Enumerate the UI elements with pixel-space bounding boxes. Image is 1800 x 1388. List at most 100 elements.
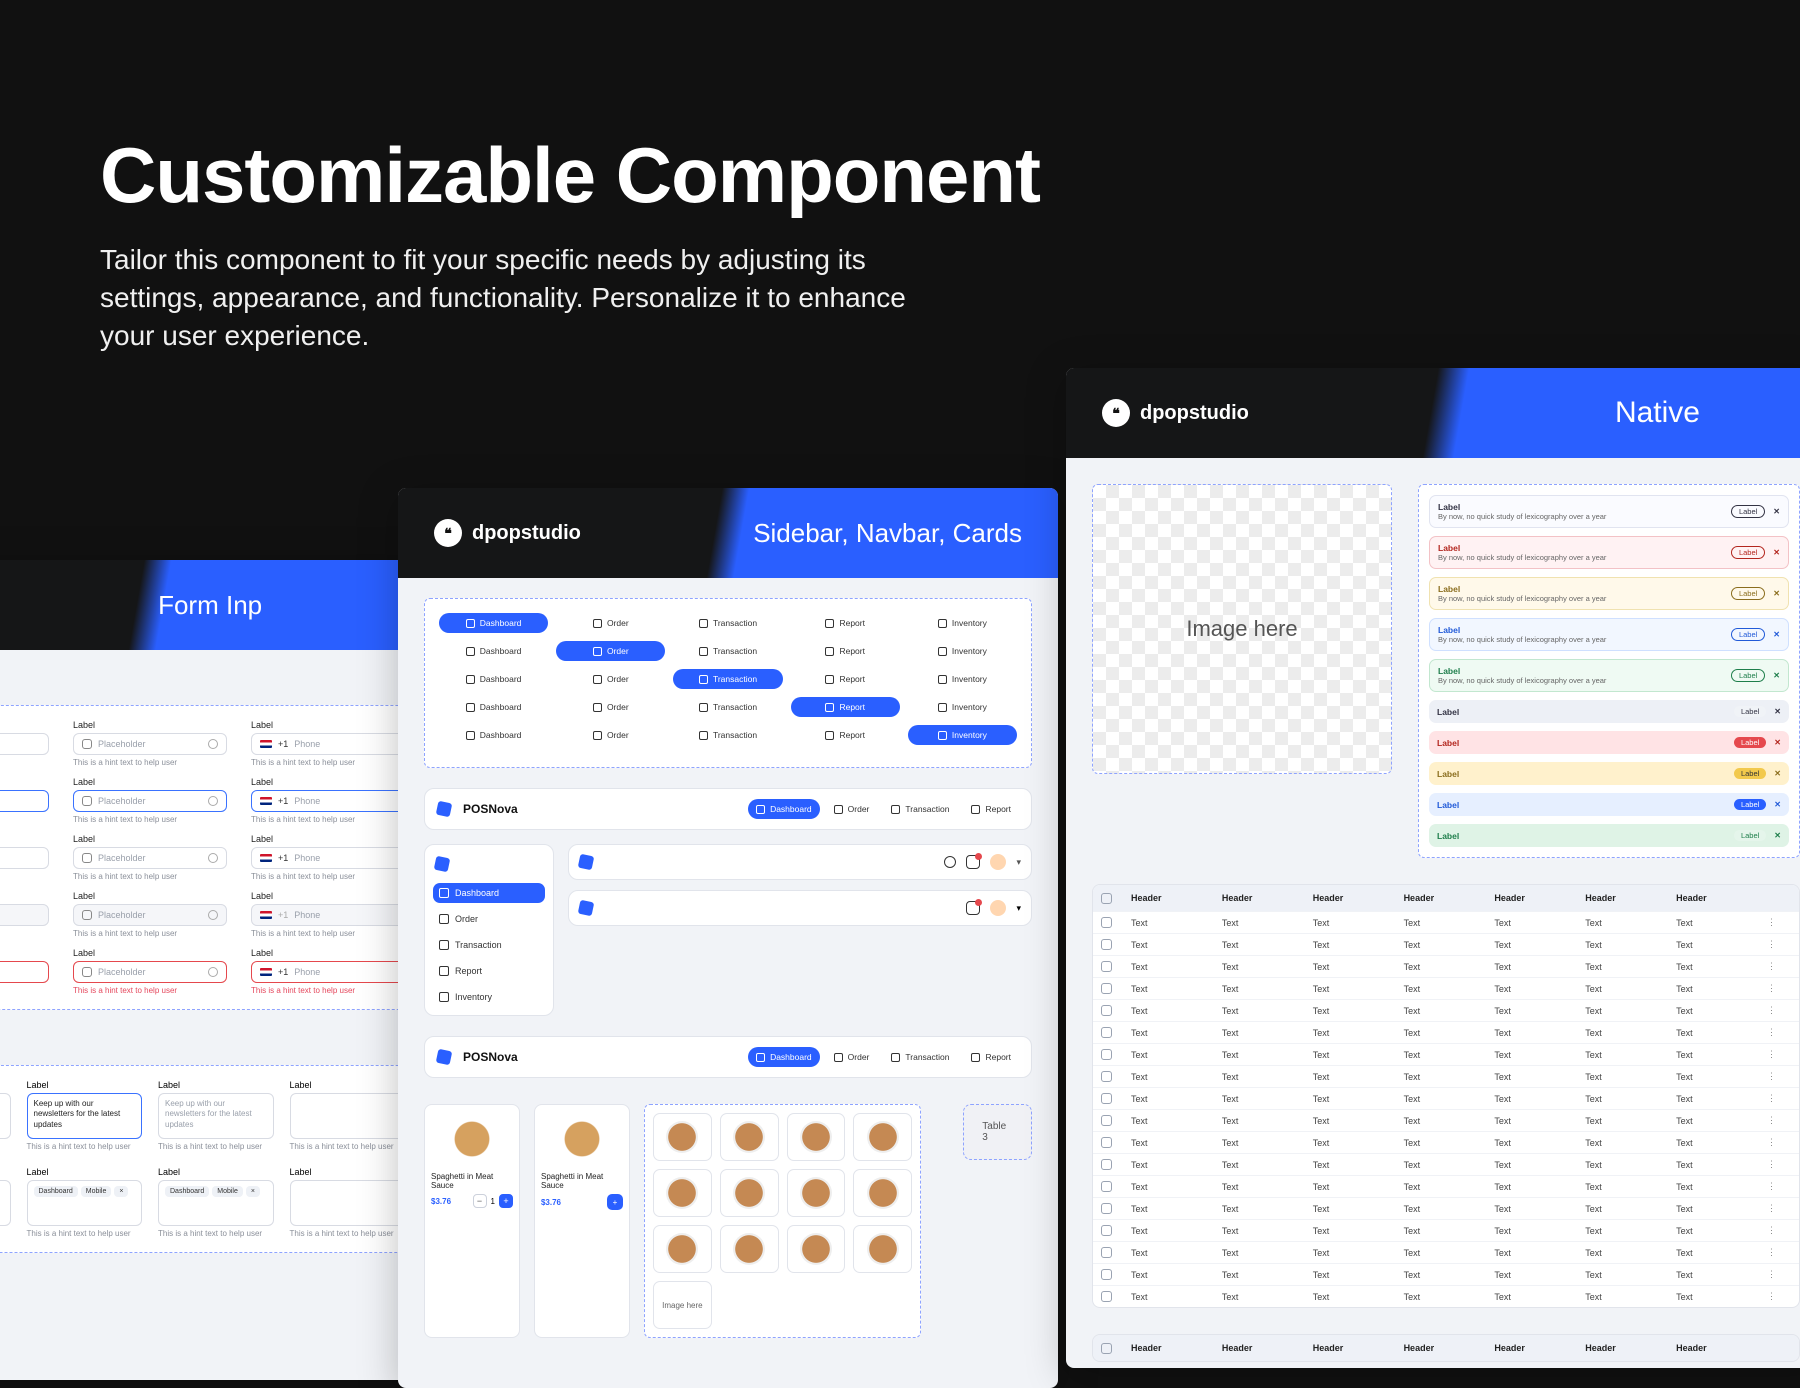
- table-row[interactable]: TextTextTextTextTextTextText⋮: [1093, 1109, 1799, 1131]
- more-icon[interactable]: ⋮: [1767, 1071, 1791, 1082]
- nav-report[interactable]: Report: [791, 613, 900, 633]
- checkbox[interactable]: [1101, 1225, 1112, 1236]
- close-icon[interactable]: ✕: [1774, 831, 1781, 840]
- checkbox[interactable]: [1101, 893, 1112, 904]
- table-row[interactable]: TextTextTextTextTextTextText⋮: [1093, 911, 1799, 933]
- qty-stepper[interactable]: − 1 +: [473, 1194, 513, 1208]
- table-row[interactable]: TextTextTextTextTextTextText⋮: [1093, 1285, 1799, 1307]
- table-row[interactable]: TextTextTextTextTextTextText⋮: [1093, 999, 1799, 1021]
- checkbox[interactable]: [1101, 1071, 1112, 1082]
- checkbox[interactable]: [1101, 1181, 1112, 1192]
- checkbox[interactable]: [1101, 939, 1112, 950]
- bell-icon[interactable]: [966, 855, 980, 869]
- avatar[interactable]: [990, 900, 1006, 916]
- image-dropzone[interactable]: Image here: [1092, 484, 1392, 774]
- table-row[interactable]: TextTextTextTextTextTextText⋮: [1093, 1131, 1799, 1153]
- checkbox[interactable]: [1101, 961, 1112, 972]
- close-icon[interactable]: ✕: [1774, 738, 1781, 747]
- close-icon[interactable]: ✕: [1773, 630, 1780, 639]
- table-row[interactable]: TextTextTextTextTextTextText⋮: [1093, 1263, 1799, 1285]
- phone-input[interactable]: +1Phone: [251, 733, 405, 755]
- checkbox[interactable]: [1101, 1115, 1112, 1126]
- nav-inventory[interactable]: Inventory: [908, 613, 1017, 633]
- search-icon[interactable]: [944, 856, 956, 868]
- chevron-down-icon[interactable]: ▾: [1016, 857, 1021, 868]
- more-icon[interactable]: ⋮: [1767, 961, 1791, 972]
- sidebar-item-inventory[interactable]: Inventory: [433, 987, 545, 1007]
- table-row[interactable]: TextTextTextTextTextTextText⋮: [1093, 1065, 1799, 1087]
- thumb-placeholder[interactable]: Image here: [653, 1281, 712, 1329]
- avatar[interactable]: [990, 854, 1006, 870]
- close-icon[interactable]: ✕: [1774, 769, 1781, 778]
- checkbox[interactable]: [1101, 1137, 1112, 1148]
- checkbox[interactable]: [1101, 1269, 1112, 1280]
- close-icon[interactable]: ✕: [1774, 800, 1781, 809]
- sidebar-item-transaction[interactable]: Transaction: [433, 935, 545, 955]
- more-icon[interactable]: ⋮: [1767, 1093, 1791, 1104]
- textarea-focused[interactable]: Keep up with our newsletters for the lat…: [27, 1093, 143, 1139]
- more-icon[interactable]: ⋮: [1767, 939, 1791, 950]
- sidebar-item-dashboard[interactable]: Dashboard: [433, 883, 545, 903]
- text-input[interactable]: Placeholder: [73, 733, 227, 755]
- table-row[interactable]: TextTextTextTextTextTextText⋮: [1093, 1197, 1799, 1219]
- checkbox[interactable]: [1101, 1343, 1112, 1354]
- plus-button[interactable]: +: [499, 1194, 513, 1208]
- chevron-down-icon[interactable]: ▾: [1016, 903, 1021, 914]
- sidebar-item-report[interactable]: Report: [433, 961, 545, 981]
- more-icon[interactable]: ⋮: [1767, 1159, 1791, 1170]
- more-icon[interactable]: ⋮: [1767, 1247, 1791, 1258]
- checkbox[interactable]: [1101, 1027, 1112, 1038]
- nav-dashboard[interactable]: Dashboard: [439, 613, 548, 633]
- table-card[interactable]: Table 3: [963, 1104, 1032, 1160]
- textarea[interactable]: Placeholder: [0, 1180, 11, 1226]
- close-icon[interactable]: ✕: [1773, 589, 1780, 598]
- more-icon[interactable]: ⋮: [1767, 917, 1791, 928]
- sidebar-item-order[interactable]: Order: [433, 909, 545, 929]
- checkbox[interactable]: [1101, 917, 1112, 928]
- more-icon[interactable]: ⋮: [1767, 1181, 1791, 1192]
- table-row[interactable]: TextTextTextTextTextTextText⋮: [1093, 1241, 1799, 1263]
- more-icon[interactable]: ⋮: [1767, 983, 1791, 994]
- nav-order[interactable]: Order: [556, 613, 665, 633]
- bell-icon[interactable]: [966, 901, 980, 915]
- table-row[interactable]: TextTextTextTextTextTextText⋮: [1093, 977, 1799, 999]
- more-icon[interactable]: ⋮: [1767, 1269, 1791, 1280]
- more-icon[interactable]: ⋮: [1767, 1005, 1791, 1016]
- textarea[interactable]: Keep up with our newsletters for the lat…: [158, 1093, 274, 1139]
- checkbox[interactable]: [1101, 1093, 1112, 1104]
- text-input[interactable]: Placeholder: [0, 733, 49, 755]
- textarea[interactable]: Placeholder: [0, 1093, 11, 1139]
- table-row[interactable]: TextTextTextTextTextTextText⋮: [1093, 955, 1799, 977]
- table-row[interactable]: TextTextTextTextTextTextText⋮: [1093, 1021, 1799, 1043]
- checkbox[interactable]: [1101, 1159, 1112, 1170]
- table-row[interactable]: TextTextTextTextTextTextText⋮: [1093, 1175, 1799, 1197]
- checkbox[interactable]: [1101, 1291, 1112, 1302]
- more-icon[interactable]: ⋮: [1767, 1291, 1791, 1302]
- checkbox[interactable]: [1101, 1203, 1112, 1214]
- more-icon[interactable]: ⋮: [1767, 1203, 1791, 1214]
- more-icon[interactable]: ⋮: [1767, 1027, 1791, 1038]
- table-row[interactable]: TextTextTextTextTextTextText⋮: [1093, 1153, 1799, 1175]
- table-row[interactable]: TextTextTextTextTextTextText⋮: [1093, 1043, 1799, 1065]
- checkbox[interactable]: [1101, 1005, 1112, 1016]
- more-icon[interactable]: ⋮: [1767, 1049, 1791, 1060]
- minus-button[interactable]: −: [473, 1194, 487, 1208]
- more-icon[interactable]: ⋮: [1767, 1137, 1791, 1148]
- nav-transaction[interactable]: Transaction: [673, 613, 782, 633]
- text-input-focused[interactable]: Placeholder: [0, 790, 49, 812]
- close-icon[interactable]: ✕: [1773, 548, 1780, 557]
- table-row[interactable]: TextTextTextTextTextTextText⋮: [1093, 1219, 1799, 1241]
- close-icon[interactable]: ✕: [1773, 671, 1780, 680]
- textarea-tags[interactable]: DashboardMobile×: [27, 1180, 143, 1226]
- more-icon[interactable]: ⋮: [1767, 1225, 1791, 1236]
- checkbox[interactable]: [1101, 983, 1112, 994]
- text-input-error[interactable]: Placeholder: [0, 961, 49, 983]
- close-icon[interactable]: ✕: [1773, 507, 1780, 516]
- table-row[interactable]: TextTextTextTextTextTextText⋮: [1093, 1087, 1799, 1109]
- add-button[interactable]: +: [607, 1194, 623, 1210]
- checkbox[interactable]: [1101, 1049, 1112, 1060]
- checkbox[interactable]: [1101, 1247, 1112, 1258]
- food-thumb[interactable]: [653, 1113, 712, 1161]
- table-row[interactable]: TextTextTextTextTextTextText⋮: [1093, 933, 1799, 955]
- close-icon[interactable]: ✕: [1774, 707, 1781, 716]
